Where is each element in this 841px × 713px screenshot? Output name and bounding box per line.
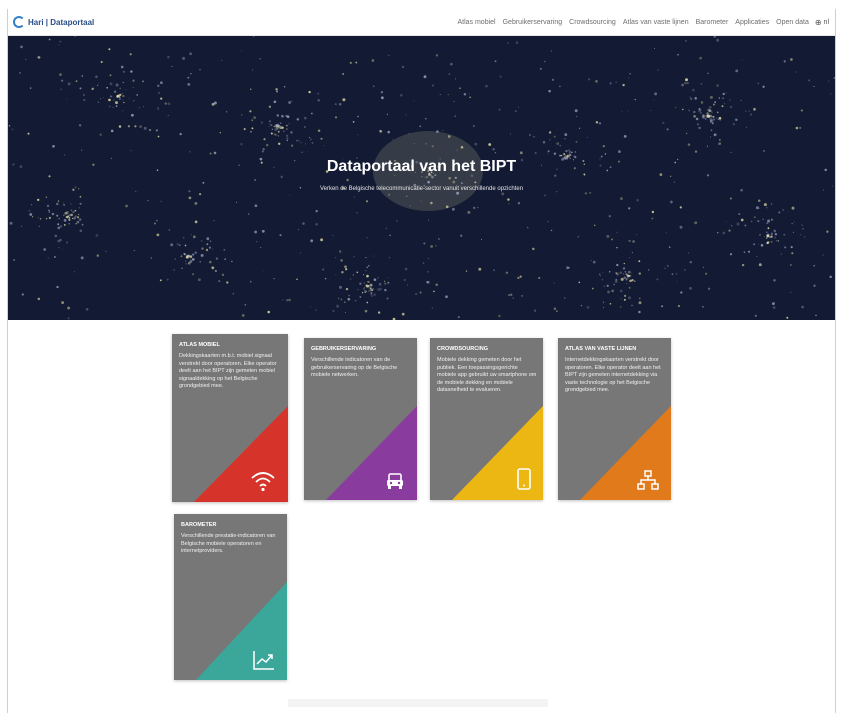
card-description: Verschillende prestatie-indicatoren van … <box>181 533 276 554</box>
hero-title: Dataportaal van het BIPT <box>326 158 517 175</box>
smartphone-icon <box>517 468 531 490</box>
nav-crowdsourcing[interactable]: Crowdsourcing <box>569 19 616 26</box>
card-title: Atlas mobiel <box>179 342 220 348</box>
car-icon <box>387 473 403 489</box>
card-gebruikerservaring[interactable]: Gebruikerservaring Verschillende indicat… <box>304 338 417 500</box>
browser-page: Hari | Dataportaal Atlas mobiel Gebruike… <box>7 9 836 713</box>
belgium-night-map-image <box>8 36 835 320</box>
nav-applicaties[interactable]: Applicaties <box>735 19 769 26</box>
hero-banner: Dataportaal van het BIPT Verken de Belgi… <box>8 36 835 320</box>
top-navbar: Hari | Dataportaal Atlas mobiel Gebruike… <box>8 9 835 36</box>
brand-link[interactable]: Hari | Dataportaal <box>13 16 94 28</box>
chart-icon <box>253 651 274 670</box>
nav-atlas-vaste-lijnen[interactable]: Atlas van vaste lijnen <box>623 19 689 26</box>
nav-barometer[interactable]: Barometer <box>696 19 729 26</box>
nav-gebruikerservaring[interactable]: Gebruikerservaring <box>503 19 563 26</box>
hero-subtitle: Verken de Belgische telecommunicatie-sec… <box>319 186 524 192</box>
card-barometer[interactable]: Barometer Verschillende prestatie-indica… <box>174 514 287 680</box>
brand-label: Hari | Dataportaal <box>28 17 95 27</box>
globe-icon: ⊕ <box>814 17 822 27</box>
nav-open-data[interactable]: Open data <box>776 19 809 26</box>
card-crowdsourcing[interactable]: Crowdsourcing Mobiele dekking gemeten do… <box>430 338 543 500</box>
card-description: Verschillende indicatoren van de gebruik… <box>311 357 398 378</box>
card-description: Dekkingskaarten m.b.t. mobiel signaal ve… <box>179 353 277 389</box>
card-title: Crowdsourcing <box>437 346 489 352</box>
card-title: Gebruikerservaring <box>311 346 377 352</box>
card-description: Mobiele dekking gemeten door het publiek… <box>437 357 537 393</box>
card-description: Internetdekkingskaarten verstrekt door o… <box>565 357 661 393</box>
card-atlas-mobiel[interactable]: Atlas mobiel Dekkingskaarten m.b.t. mobi… <box>172 334 288 502</box>
nav-atlas-mobiel[interactable]: Atlas mobiel <box>457 19 495 26</box>
card-title: Atlas van vaste lijnen <box>565 346 637 352</box>
card-atlas-vaste-lijnen[interactable]: Atlas van vaste lijnen Internetdekkingsk… <box>558 338 671 500</box>
wifi-icon <box>251 472 275 492</box>
footer-fade <box>288 699 548 707</box>
bipt-logo-icon <box>13 16 25 28</box>
language-selector[interactable]: ⊕ nl <box>815 18 829 27</box>
main-nav: Atlas mobiel Gebruikerservaring Crowdsou… <box>450 18 829 27</box>
language-label: nl <box>823 18 829 26</box>
network-icon <box>637 470 659 490</box>
card-title: Barometer <box>181 522 217 528</box>
